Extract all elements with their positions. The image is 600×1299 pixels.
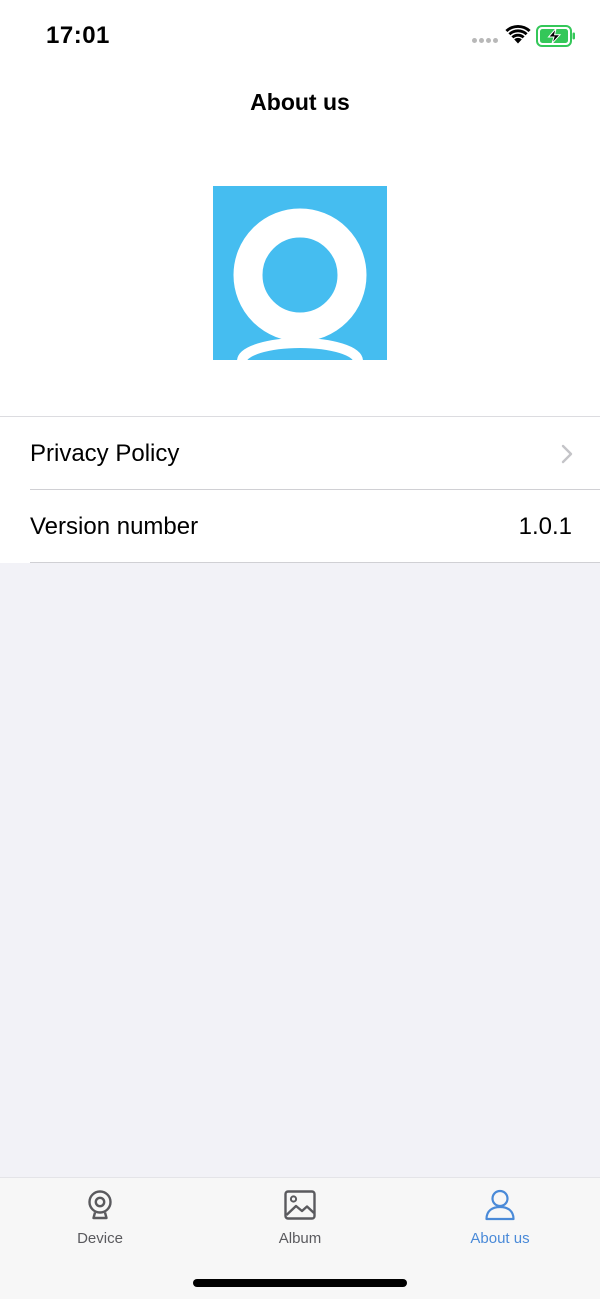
header: About us: [0, 72, 600, 416]
home-indicator: [193, 1279, 407, 1287]
version-number-value: 1.0.1: [518, 512, 572, 540]
privacy-policy-row[interactable]: Privacy Policy: [0, 417, 600, 490]
status-bar: 17:01: [0, 0, 600, 72]
tab-about-us[interactable]: About us: [400, 1188, 600, 1268]
row-divider: [30, 562, 600, 563]
wifi-icon: [505, 25, 531, 44]
webcam-icon: [88, 1190, 112, 1220]
status-time: 17:01: [46, 22, 110, 49]
signal-dots-icon: [472, 38, 502, 44]
tab-album-label: Album: [278, 1230, 322, 1247]
version-number-label: Version number: [30, 512, 199, 540]
webcam-logo-icon: [233, 208, 367, 360]
tab-device-label: Device: [77, 1230, 123, 1247]
privacy-policy-label: Privacy Policy: [30, 439, 180, 467]
chevron-right-icon: [561, 444, 573, 463]
person-icon: [485, 1189, 515, 1221]
version-number-row: Version number 1.0.1: [0, 490, 600, 563]
battery-charging-icon: [536, 25, 575, 47]
about-list: Privacy Policy Version number 1.0.1: [0, 416, 600, 563]
image-icon: [284, 1190, 316, 1220]
page-title: About us: [250, 89, 350, 115]
tab-device[interactable]: Device: [0, 1188, 200, 1268]
app-logo: [213, 186, 387, 360]
tab-about-us-label: About us: [470, 1230, 530, 1247]
about-us-screen: 17:01 About us Privacy Policy Version nu…: [0, 0, 600, 1299]
tab-album[interactable]: Album: [200, 1188, 400, 1268]
